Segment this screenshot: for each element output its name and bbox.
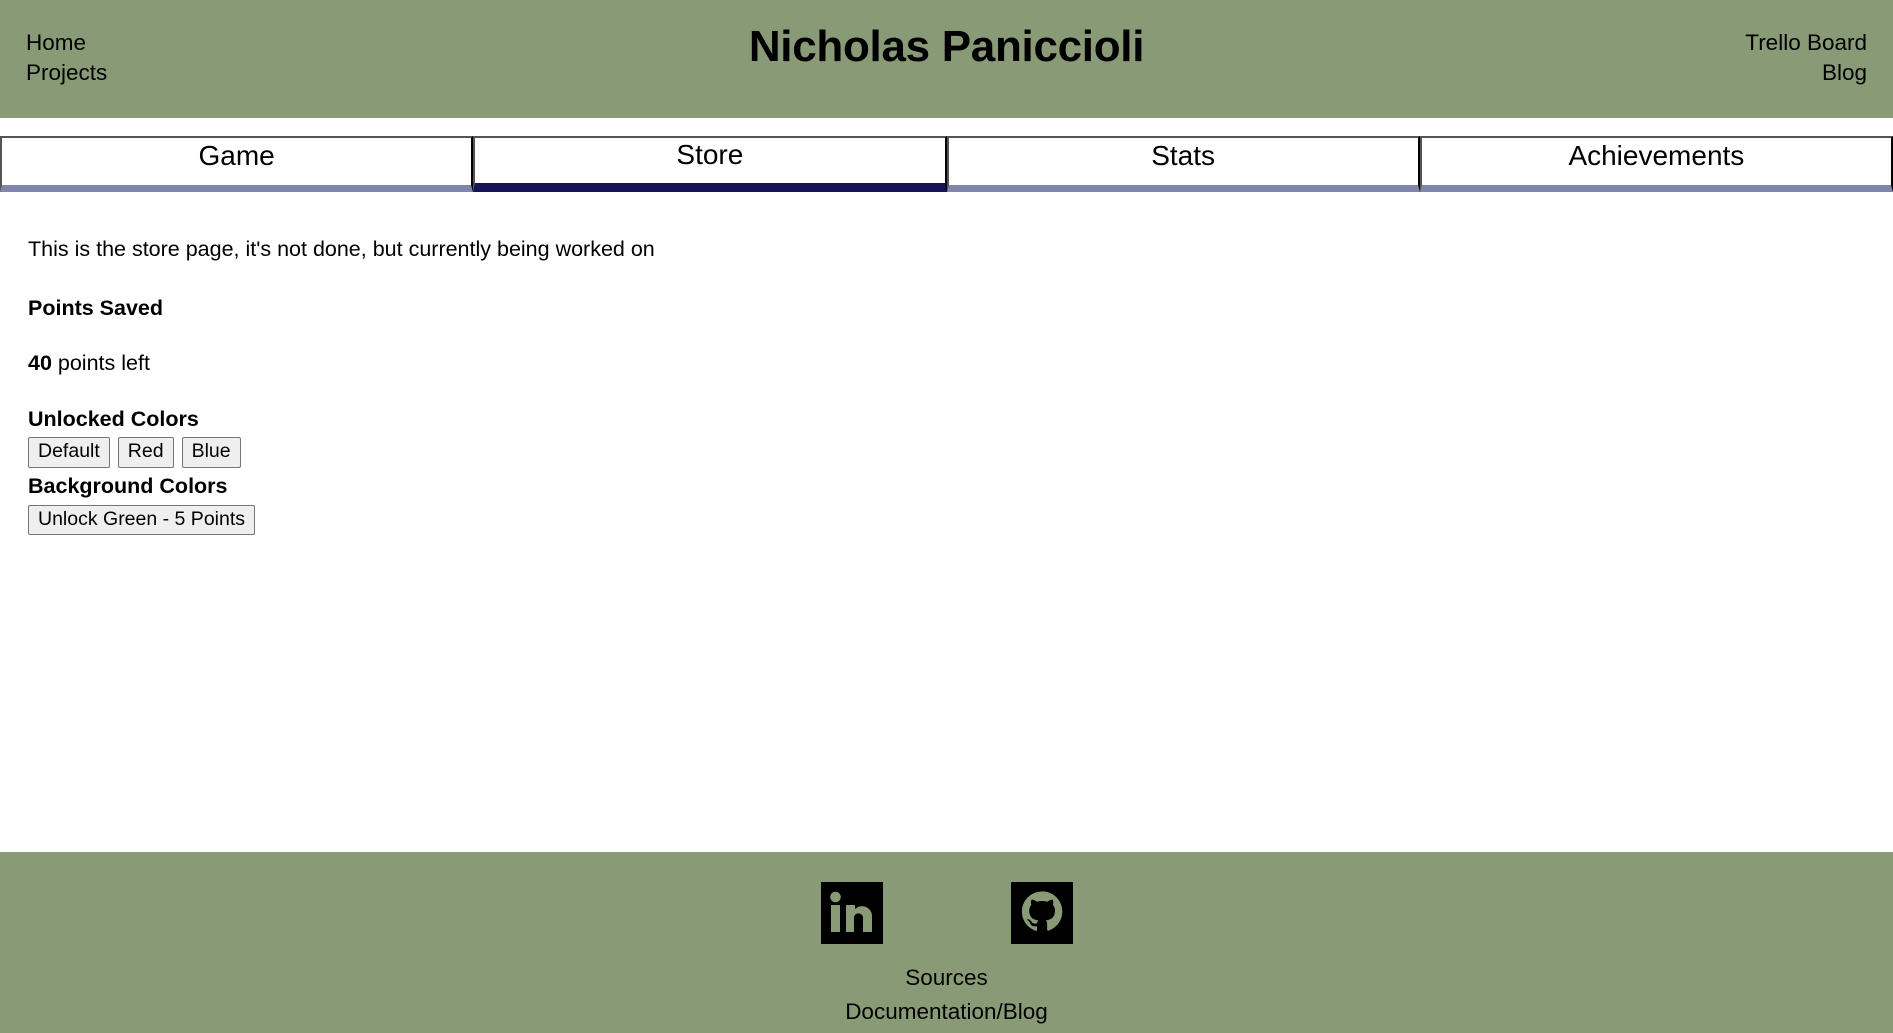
footer-social-icons	[0, 852, 1893, 944]
store-page-content: This is the store page, it's not done, b…	[0, 192, 1893, 872]
points-left-line: 40 points left	[28, 322, 1865, 377]
header-link-blog[interactable]: Blog	[1745, 58, 1867, 88]
site-header: Home Projects Nicholas Paniccioli Trello…	[0, 0, 1893, 118]
tab-store[interactable]: Store	[473, 136, 947, 193]
store-intro-text: This is the store page, it's not done, b…	[28, 237, 655, 262]
color-button-red[interactable]: Red	[117, 437, 174, 468]
background-colors-button-row: Unlock Green - 5 Points	[28, 500, 1865, 536]
unlocked-colors-heading: Unlocked Colors	[28, 406, 199, 431]
background-colors-heading: Background Colors	[28, 473, 228, 498]
linkedin-icon	[820, 882, 883, 944]
points-suffix-label: points left	[51, 350, 150, 375]
header-link-trello-board[interactable]: Trello Board	[1745, 28, 1867, 58]
footer-sources-link[interactable]: Sources	[0, 964, 1893, 992]
github-icon	[1010, 882, 1073, 944]
tab-stats[interactable]: Stats	[946, 136, 1420, 193]
points-value: 40	[28, 350, 52, 375]
github-link[interactable]	[1010, 882, 1073, 944]
page-title: Nicholas Paniccioli	[748, 22, 1145, 71]
tab-bar: Game Store Stats Achievements	[0, 118, 1893, 193]
header-right-nav: Trello Board Blog	[1745, 28, 1867, 87]
site-footer: Sources Documentation/Blog	[0, 852, 1893, 1033]
linkedin-link[interactable]	[820, 882, 883, 944]
unlock-green-button[interactable]: Unlock Green - 5 Points	[28, 504, 256, 536]
tab-game[interactable]: Game	[0, 136, 474, 193]
tab-achievements[interactable]: Achievements	[1419, 136, 1893, 193]
points-saved-heading: Points Saved	[28, 295, 164, 320]
footer-documentation-link[interactable]: Documentation/Blog	[0, 998, 1893, 1026]
color-button-default[interactable]: Default	[28, 437, 110, 468]
color-button-blue[interactable]: Blue	[181, 437, 241, 468]
unlocked-colors-button-row: Default Red Blue	[28, 432, 1865, 468]
